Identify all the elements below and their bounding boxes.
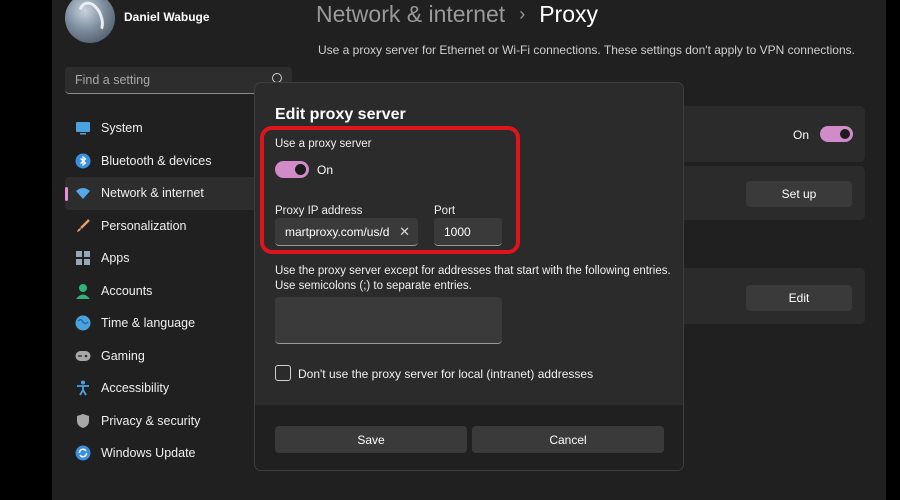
globe-icon xyxy=(75,315,91,331)
sidebar-item-label: Apps xyxy=(101,251,130,266)
search-placeholder: Find a setting xyxy=(75,73,151,87)
dialog-title: Edit proxy server xyxy=(275,106,406,123)
chevron-right-icon: › xyxy=(519,3,526,24)
sidebar-item-system[interactable]: System xyxy=(65,112,265,145)
sidebar-item-windows-update[interactable]: Windows Update xyxy=(65,437,265,470)
sidebar-item-label: Privacy & security xyxy=(101,413,201,428)
exceptions-desc-line-2: Use semicolons (;) to separate entries. xyxy=(275,280,472,292)
accessibility-icon xyxy=(75,380,91,396)
sidebar-item-label: Network & internet xyxy=(101,186,204,201)
auto-detect-toggle[interactable] xyxy=(820,126,853,142)
sidebar-item-bluetooth[interactable]: Bluetooth & devices xyxy=(65,145,265,178)
annotation-highlight xyxy=(260,126,520,254)
bluetooth-icon xyxy=(75,153,91,169)
apps-icon xyxy=(75,250,91,266)
sidebar-item-label: System xyxy=(101,121,143,136)
sidebar-item-label: Accounts xyxy=(101,283,153,298)
update-icon xyxy=(75,445,91,461)
exceptions-description: Use the proxy server except for addresse… xyxy=(275,264,683,294)
breadcrumb-parent[interactable]: Network & internet xyxy=(316,1,505,28)
page-subtitle: Use a proxy server for Ethernet or Wi-Fi… xyxy=(318,43,855,57)
sidebar-item-accounts[interactable]: Accounts xyxy=(65,275,265,308)
sidebar-item-label: Gaming xyxy=(101,348,145,363)
page-title: Proxy xyxy=(539,0,598,27)
sidebar-item-gaming[interactable]: Gaming xyxy=(65,340,265,373)
save-button[interactable]: Save xyxy=(275,426,467,453)
sidebar-item-network[interactable]: Network & internet xyxy=(65,177,265,210)
exceptions-field[interactable] xyxy=(275,297,502,344)
sidebar-item-label: Bluetooth & devices xyxy=(101,153,212,168)
sidebar-item-time-language[interactable]: Time & language xyxy=(65,307,265,340)
sidebar-item-label: Time & language xyxy=(101,316,196,331)
left-backdrop xyxy=(0,0,52,500)
sidebar-item-personalization[interactable]: Personalization xyxy=(65,210,265,243)
sidebar-item-privacy-security[interactable]: Privacy & security xyxy=(65,405,265,438)
user-name: Daniel Wabuge xyxy=(124,10,210,24)
local-bypass-label[interactable]: Don't use the proxy server for local (in… xyxy=(298,367,593,381)
exceptions-desc-line-1: Use the proxy server except for addresse… xyxy=(275,265,671,277)
sidebar-item-accessibility[interactable]: Accessibility xyxy=(65,372,265,405)
edit-button[interactable]: Edit xyxy=(746,285,852,311)
shield-icon xyxy=(75,413,91,429)
user-profile[interactable]: Daniel Wabuge xyxy=(65,0,210,48)
avatar xyxy=(65,0,115,43)
cancel-button[interactable]: Cancel xyxy=(472,426,664,453)
auto-detect-state: On xyxy=(793,128,810,142)
dialog-footer: Save Cancel xyxy=(255,405,683,470)
sidebar-nav: System Bluetooth & devices Network & int… xyxy=(65,112,265,470)
breadcrumb: Network & internet › Proxy xyxy=(316,0,598,28)
sidebar-item-label: Windows Update xyxy=(101,446,196,461)
person-icon xyxy=(75,283,91,299)
sidebar-item-label: Accessibility xyxy=(101,381,170,396)
brush-icon xyxy=(75,218,91,234)
sidebar-item-apps[interactable]: Apps xyxy=(65,242,265,275)
wifi-icon xyxy=(75,185,91,201)
gamepad-icon xyxy=(75,348,91,364)
sidebar-item-label: Personalization xyxy=(101,218,187,233)
local-bypass-checkbox[interactable] xyxy=(275,365,291,381)
setup-button[interactable]: Set up xyxy=(746,181,852,207)
right-backdrop xyxy=(886,0,900,500)
monitor-icon xyxy=(75,120,91,136)
